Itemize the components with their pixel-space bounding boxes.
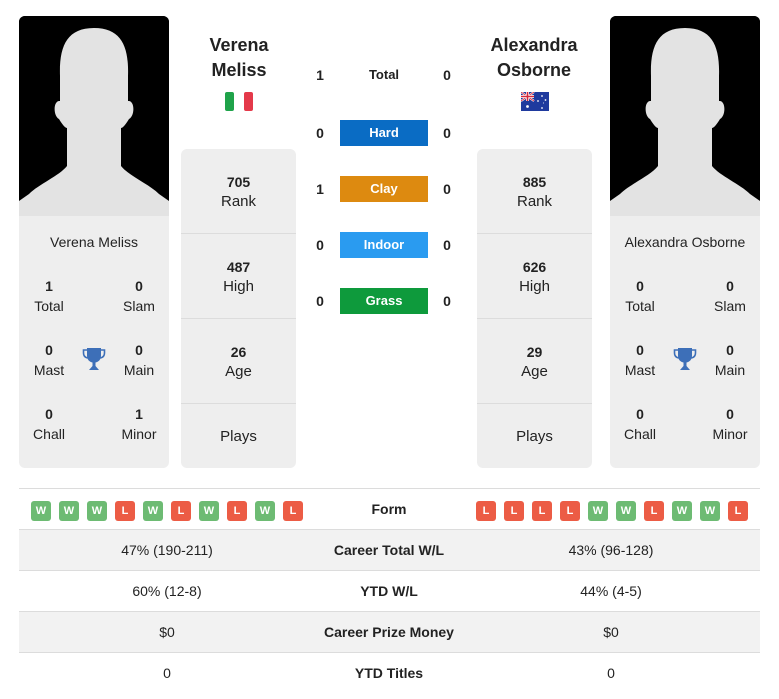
form-win-badge[interactable]: W	[59, 501, 79, 521]
player1-plays: Plays	[220, 428, 257, 445]
row-label: YTD Titles	[354, 665, 424, 681]
player1-mast-titles: 0 Mast	[33, 342, 65, 378]
player2-value: 0	[607, 665, 615, 681]
player1-full-name: Verena Meliss	[50, 234, 138, 250]
player1-name[interactable]: Verena Meliss	[179, 33, 299, 83]
player2-stats-column: 885 Rank 626 High 29 Age Plays	[477, 149, 592, 468]
trophy-icon	[82, 348, 106, 370]
h2h-grass-row: 0 Grass 0	[305, 288, 465, 314]
player2-high: 626 High	[477, 234, 592, 319]
form-win-badge[interactable]: W	[31, 501, 51, 521]
surface-clay-badge[interactable]: Clay	[340, 176, 428, 202]
player2-mast-titles: 0 Mast	[624, 342, 656, 378]
trophy-icon	[673, 348, 697, 370]
italy-flag-icon	[225, 92, 253, 111]
h2h-indoor-row: 0 Indoor 0	[305, 232, 465, 258]
form-win-badge[interactable]: W	[672, 501, 692, 521]
player2-value: 44% (4-5)	[580, 583, 642, 599]
player2-slam-titles: 0 Slam	[714, 278, 746, 314]
player2-name[interactable]: Alexandra Osborne	[474, 33, 594, 83]
surface-total-label: Total	[368, 67, 400, 82]
player1-value: 47% (190-211)	[121, 542, 213, 558]
form-loss-badge[interactable]: L	[476, 501, 496, 521]
player2-value: 43% (96-128)	[568, 542, 654, 558]
player2-total-titles: 0 Total	[625, 278, 655, 314]
player1-age: 26 Age	[181, 319, 296, 404]
h2h-total-row: 1 Total 0	[305, 62, 465, 88]
form-win-badge[interactable]: W	[255, 501, 275, 521]
surface-hard-badge[interactable]: Hard	[340, 120, 428, 146]
player1-minor-titles: 1 Minor	[121, 406, 157, 442]
player2-form-badges: LLLLWWLWWL	[476, 501, 748, 521]
player2-plays: Plays	[516, 428, 553, 445]
form-label: Form	[371, 501, 407, 517]
form-row: WWWLWLWLWL Form LLLLWWLWWL	[19, 488, 760, 529]
player1-value: 60% (12-8)	[132, 583, 202, 599]
player1-chall-titles: 0 Chall	[33, 406, 65, 442]
player2-titles-card: Alexandra Osborne 0 Total 0 Slam 0 Mast …	[610, 216, 760, 468]
form-loss-badge[interactable]: L	[728, 501, 748, 521]
form-loss-badge[interactable]: L	[227, 501, 247, 521]
form-win-badge[interactable]: W	[199, 501, 219, 521]
table-row: 0 YTD Titles 0	[19, 652, 760, 693]
silhouette-icon	[19, 16, 169, 216]
player1-photo	[19, 16, 169, 216]
row-label: Career Total W/L	[333, 542, 445, 558]
player1-rank: 705 Rank	[181, 149, 296, 234]
player1-value: 0	[163, 665, 171, 681]
form-win-badge[interactable]: W	[588, 501, 608, 521]
form-win-badge[interactable]: W	[700, 501, 720, 521]
player2-full-name: Alexandra Osborne	[624, 234, 746, 250]
player2-age: 29 Age	[477, 319, 592, 404]
australia-flag-icon	[521, 92, 549, 111]
table-row: 47% (190-211) Career Total W/L 43% (96-1…	[19, 529, 760, 570]
table-row: $0 Career Prize Money $0	[19, 611, 760, 652]
player1-slam-titles: 0 Slam	[123, 278, 155, 314]
form-loss-badge[interactable]: L	[560, 501, 580, 521]
surface-grass-badge[interactable]: Grass	[340, 288, 428, 314]
form-loss-badge[interactable]: L	[283, 501, 303, 521]
player2-rank: 885 Rank	[477, 149, 592, 234]
form-loss-badge[interactable]: L	[644, 501, 664, 521]
surface-indoor-badge[interactable]: Indoor	[340, 232, 428, 258]
form-win-badge[interactable]: W	[616, 501, 636, 521]
player1-value: $0	[159, 624, 175, 640]
player2-minor-titles: 0 Minor	[712, 406, 748, 442]
player2-photo	[610, 16, 760, 216]
player1-titles-card: Verena Meliss 1 Total 0 Slam 0 Mast 0 Ma…	[19, 216, 169, 468]
player1-stats-column: 705 Rank 487 High 26 Age Plays	[181, 149, 296, 468]
row-label: YTD W/L	[360, 583, 418, 599]
table-row: 60% (12-8) YTD W/L 44% (4-5)	[19, 570, 760, 611]
form-win-badge[interactable]: W	[143, 501, 163, 521]
form-loss-badge[interactable]: L	[115, 501, 135, 521]
player2-main-titles: 0 Main	[714, 342, 746, 378]
form-loss-badge[interactable]: L	[532, 501, 552, 521]
form-loss-badge[interactable]: L	[171, 501, 191, 521]
h2h-hard-row: 0 Hard 0	[305, 120, 465, 146]
form-win-badge[interactable]: W	[87, 501, 107, 521]
row-label: Career Prize Money	[324, 624, 454, 640]
player1-form-badges: WWWLWLWLWL	[31, 501, 303, 521]
player2-chall-titles: 0 Chall	[624, 406, 656, 442]
player1-main-titles: 0 Main	[123, 342, 155, 378]
silhouette-icon	[610, 16, 760, 216]
player1-total-titles: 1 Total	[34, 278, 64, 314]
form-loss-badge[interactable]: L	[504, 501, 524, 521]
player1-high: 487 High	[181, 234, 296, 319]
h2h-clay-row: 1 Clay 0	[305, 176, 465, 202]
player2-value: $0	[603, 624, 619, 640]
